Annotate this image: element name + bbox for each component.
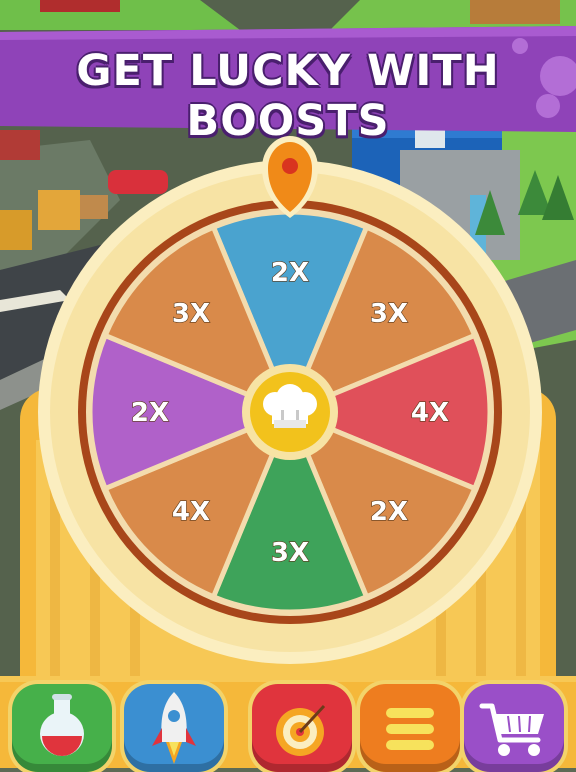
rocket-button[interactable] [124,684,224,772]
shopping-cart-icon [479,703,544,756]
wheel-segment-label: 4X [172,497,210,527]
prize-wheel[interactable]: 2X 3X 4X 2X 3X 4X 2X 3X [0,0,576,768]
wheel-segment-label: 3X [370,299,408,329]
target-dart-icon [276,700,330,756]
wheel-segment-label: 4X [411,398,449,428]
shop-button[interactable] [464,684,564,772]
potion-flask-icon [40,694,84,756]
wheel-segment-label: 2X [131,398,169,428]
target-button[interactable] [252,684,352,772]
wheel-segment-label: 2X [370,497,408,527]
menu-icon [386,708,434,750]
menu-button[interactable] [360,684,460,772]
wheel-segment-label: 3X [172,299,210,329]
rocket-icon [152,692,196,764]
wheel-segment-label: 3X [271,538,309,568]
wheel-segment-label: 2X [271,258,309,288]
potion-button[interactable] [12,684,112,772]
